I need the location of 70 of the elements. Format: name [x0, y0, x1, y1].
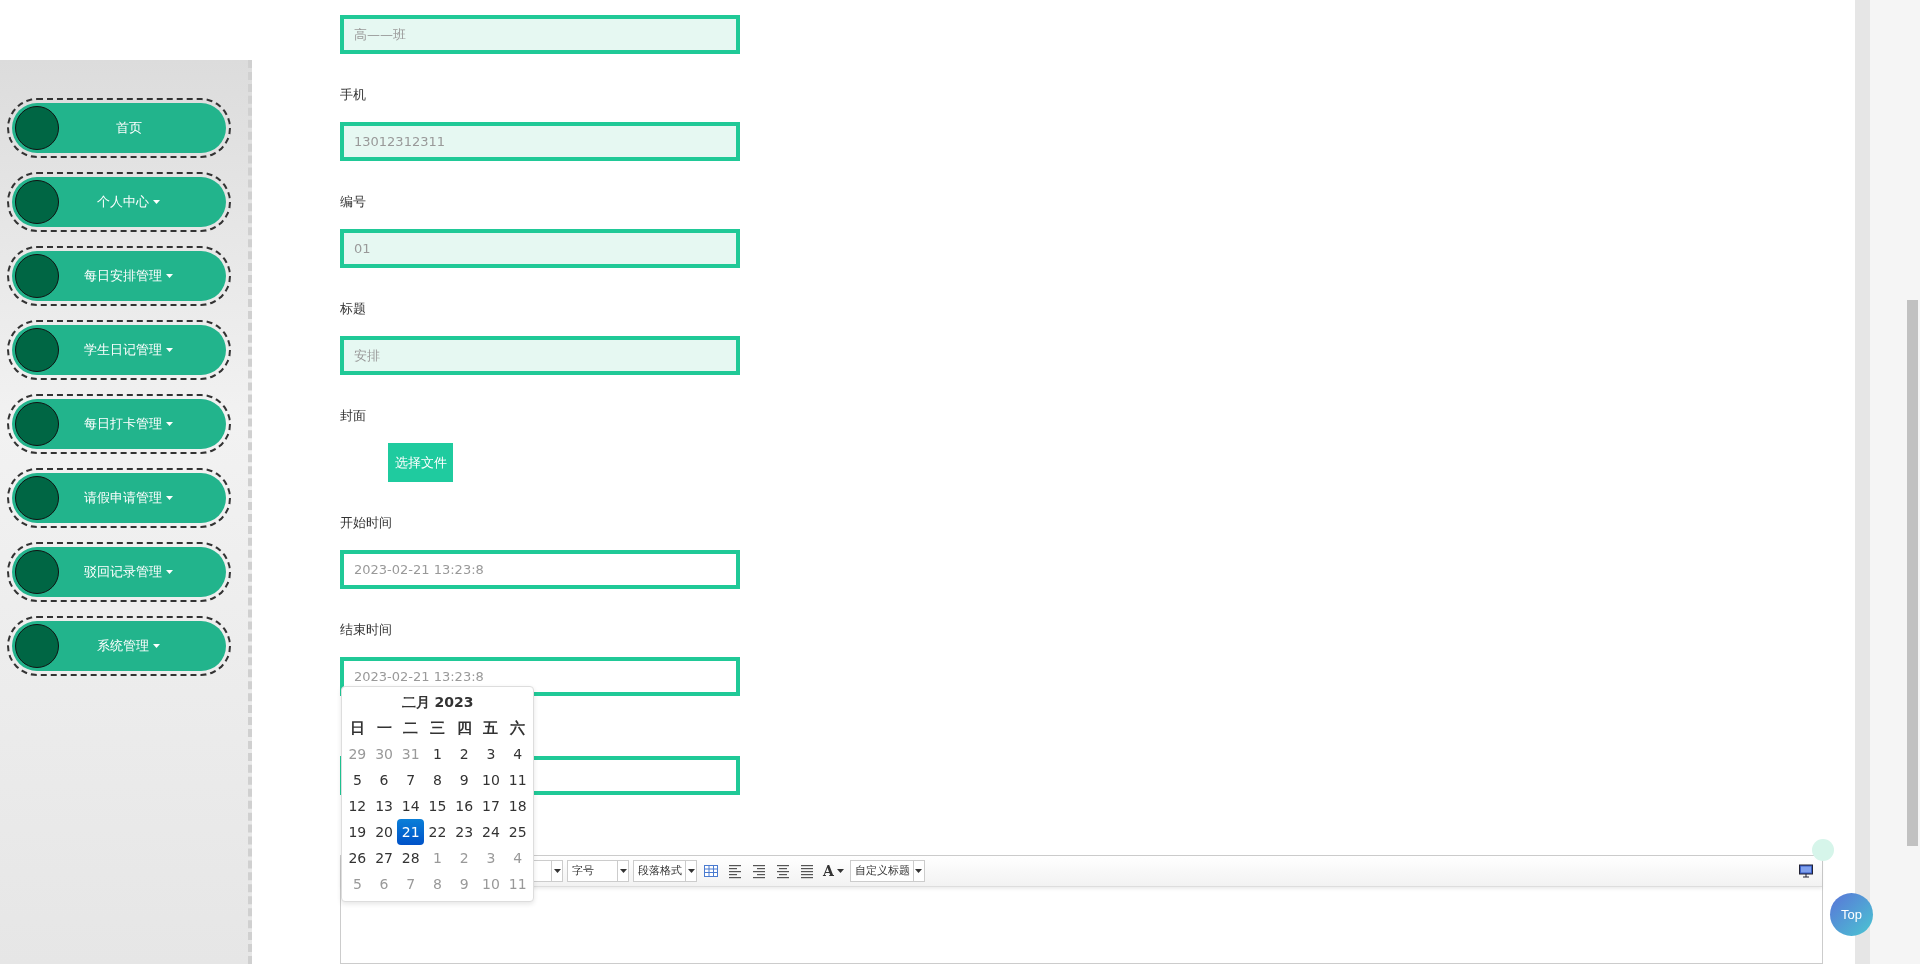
- align-center-icon[interactable]: [775, 862, 791, 879]
- weekday-label: 二: [402, 718, 420, 739]
- caret-icon: [836, 868, 844, 873]
- caret-icon: [915, 868, 923, 873]
- calendar-day[interactable]: 6: [370, 767, 398, 793]
- caret-icon: [166, 274, 173, 278]
- circle-decoration: [1812, 839, 1834, 861]
- calendar-day[interactable]: 19: [344, 819, 371, 845]
- caret-icon: [619, 868, 627, 873]
- calendar-day[interactable]: 11: [504, 767, 531, 793]
- calendar-day[interactable]: 1: [424, 741, 451, 767]
- dropdown-select[interactable]: 字号: [567, 859, 629, 882]
- calendar-day[interactable]: 17: [477, 793, 505, 819]
- dropdown-select[interactable]: 段落格式: [633, 859, 697, 882]
- field-label: 标题: [340, 300, 367, 318]
- calendar-day[interactable]: 24: [477, 819, 505, 845]
- align-right-icon[interactable]: [751, 862, 767, 879]
- circle-icon: [15, 254, 59, 298]
- table-icon[interactable]: [703, 862, 719, 879]
- align-left-icon[interactable]: [727, 862, 743, 879]
- field-label: 手机: [340, 86, 367, 104]
- weekday-label: 三: [429, 718, 446, 739]
- caret-icon: [153, 644, 160, 648]
- circle-icon: [15, 328, 59, 372]
- calendar-day[interactable]: 7: [397, 767, 425, 793]
- dropdown-select[interactable]: 自定义标题: [849, 859, 925, 882]
- calendar-day[interactable]: 8: [424, 767, 451, 793]
- calendar-day[interactable]: 5: [344, 767, 371, 793]
- weekday-label: 日: [348, 718, 366, 739]
- circle-icon: [15, 550, 59, 594]
- circle-icon: [15, 402, 59, 446]
- circle-icon: [15, 476, 59, 520]
- month-title: 二月 2023: [400, 693, 475, 712]
- caret-icon: [166, 348, 173, 352]
- calendar-day[interactable]: 16: [450, 793, 478, 819]
- caret-icon: [166, 422, 173, 426]
- calendar-day[interactable]: 21: [397, 819, 425, 845]
- calendar-day[interactable]: 12: [344, 793, 371, 819]
- calendar-day[interactable]: 4: [504, 741, 531, 767]
- justify-icon[interactable]: [799, 862, 815, 879]
- monitor-icon[interactable]: [1798, 862, 1814, 879]
- calendar-day[interactable]: 3: [477, 741, 505, 767]
- field-label: 编号: [340, 193, 367, 211]
- circle-icon: [15, 624, 59, 668]
- weekday-label: 四: [455, 718, 473, 739]
- caret-icon: [166, 570, 173, 574]
- caret-icon: [687, 868, 695, 873]
- weekday-label: 一: [375, 718, 393, 739]
- field-label: 封面: [340, 407, 367, 425]
- calendar-day[interactable]: 15: [424, 793, 451, 819]
- calendar-day[interactable]: 2: [450, 741, 478, 767]
- weekday-label: 五: [482, 718, 500, 739]
- calendar-day[interactable]: 18: [504, 793, 531, 819]
- caret-icon: [166, 496, 173, 500]
- field-label: 结束时间: [340, 621, 393, 639]
- weekday-label: 六: [509, 718, 527, 739]
- caret-icon: [553, 868, 561, 873]
- field-label: 开始时间: [340, 514, 393, 532]
- calendar-day[interactable]: 9: [450, 767, 478, 793]
- circle-icon: [15, 106, 59, 150]
- calendar-day[interactable]: 23: [450, 819, 478, 845]
- caret-icon: [153, 200, 160, 204]
- calendar-day[interactable]: 20: [370, 819, 398, 845]
- calendar-day[interactable]: 14: [397, 793, 425, 819]
- calendar-day[interactable]: 10: [477, 767, 505, 793]
- calendar-day[interactable]: 13: [370, 793, 398, 819]
- calendar-day[interactable]: 22: [424, 819, 451, 845]
- font-color-button[interactable]: A: [821, 862, 846, 879]
- calendar-day[interactable]: 25: [504, 819, 531, 845]
- circle-icon: [15, 180, 59, 224]
